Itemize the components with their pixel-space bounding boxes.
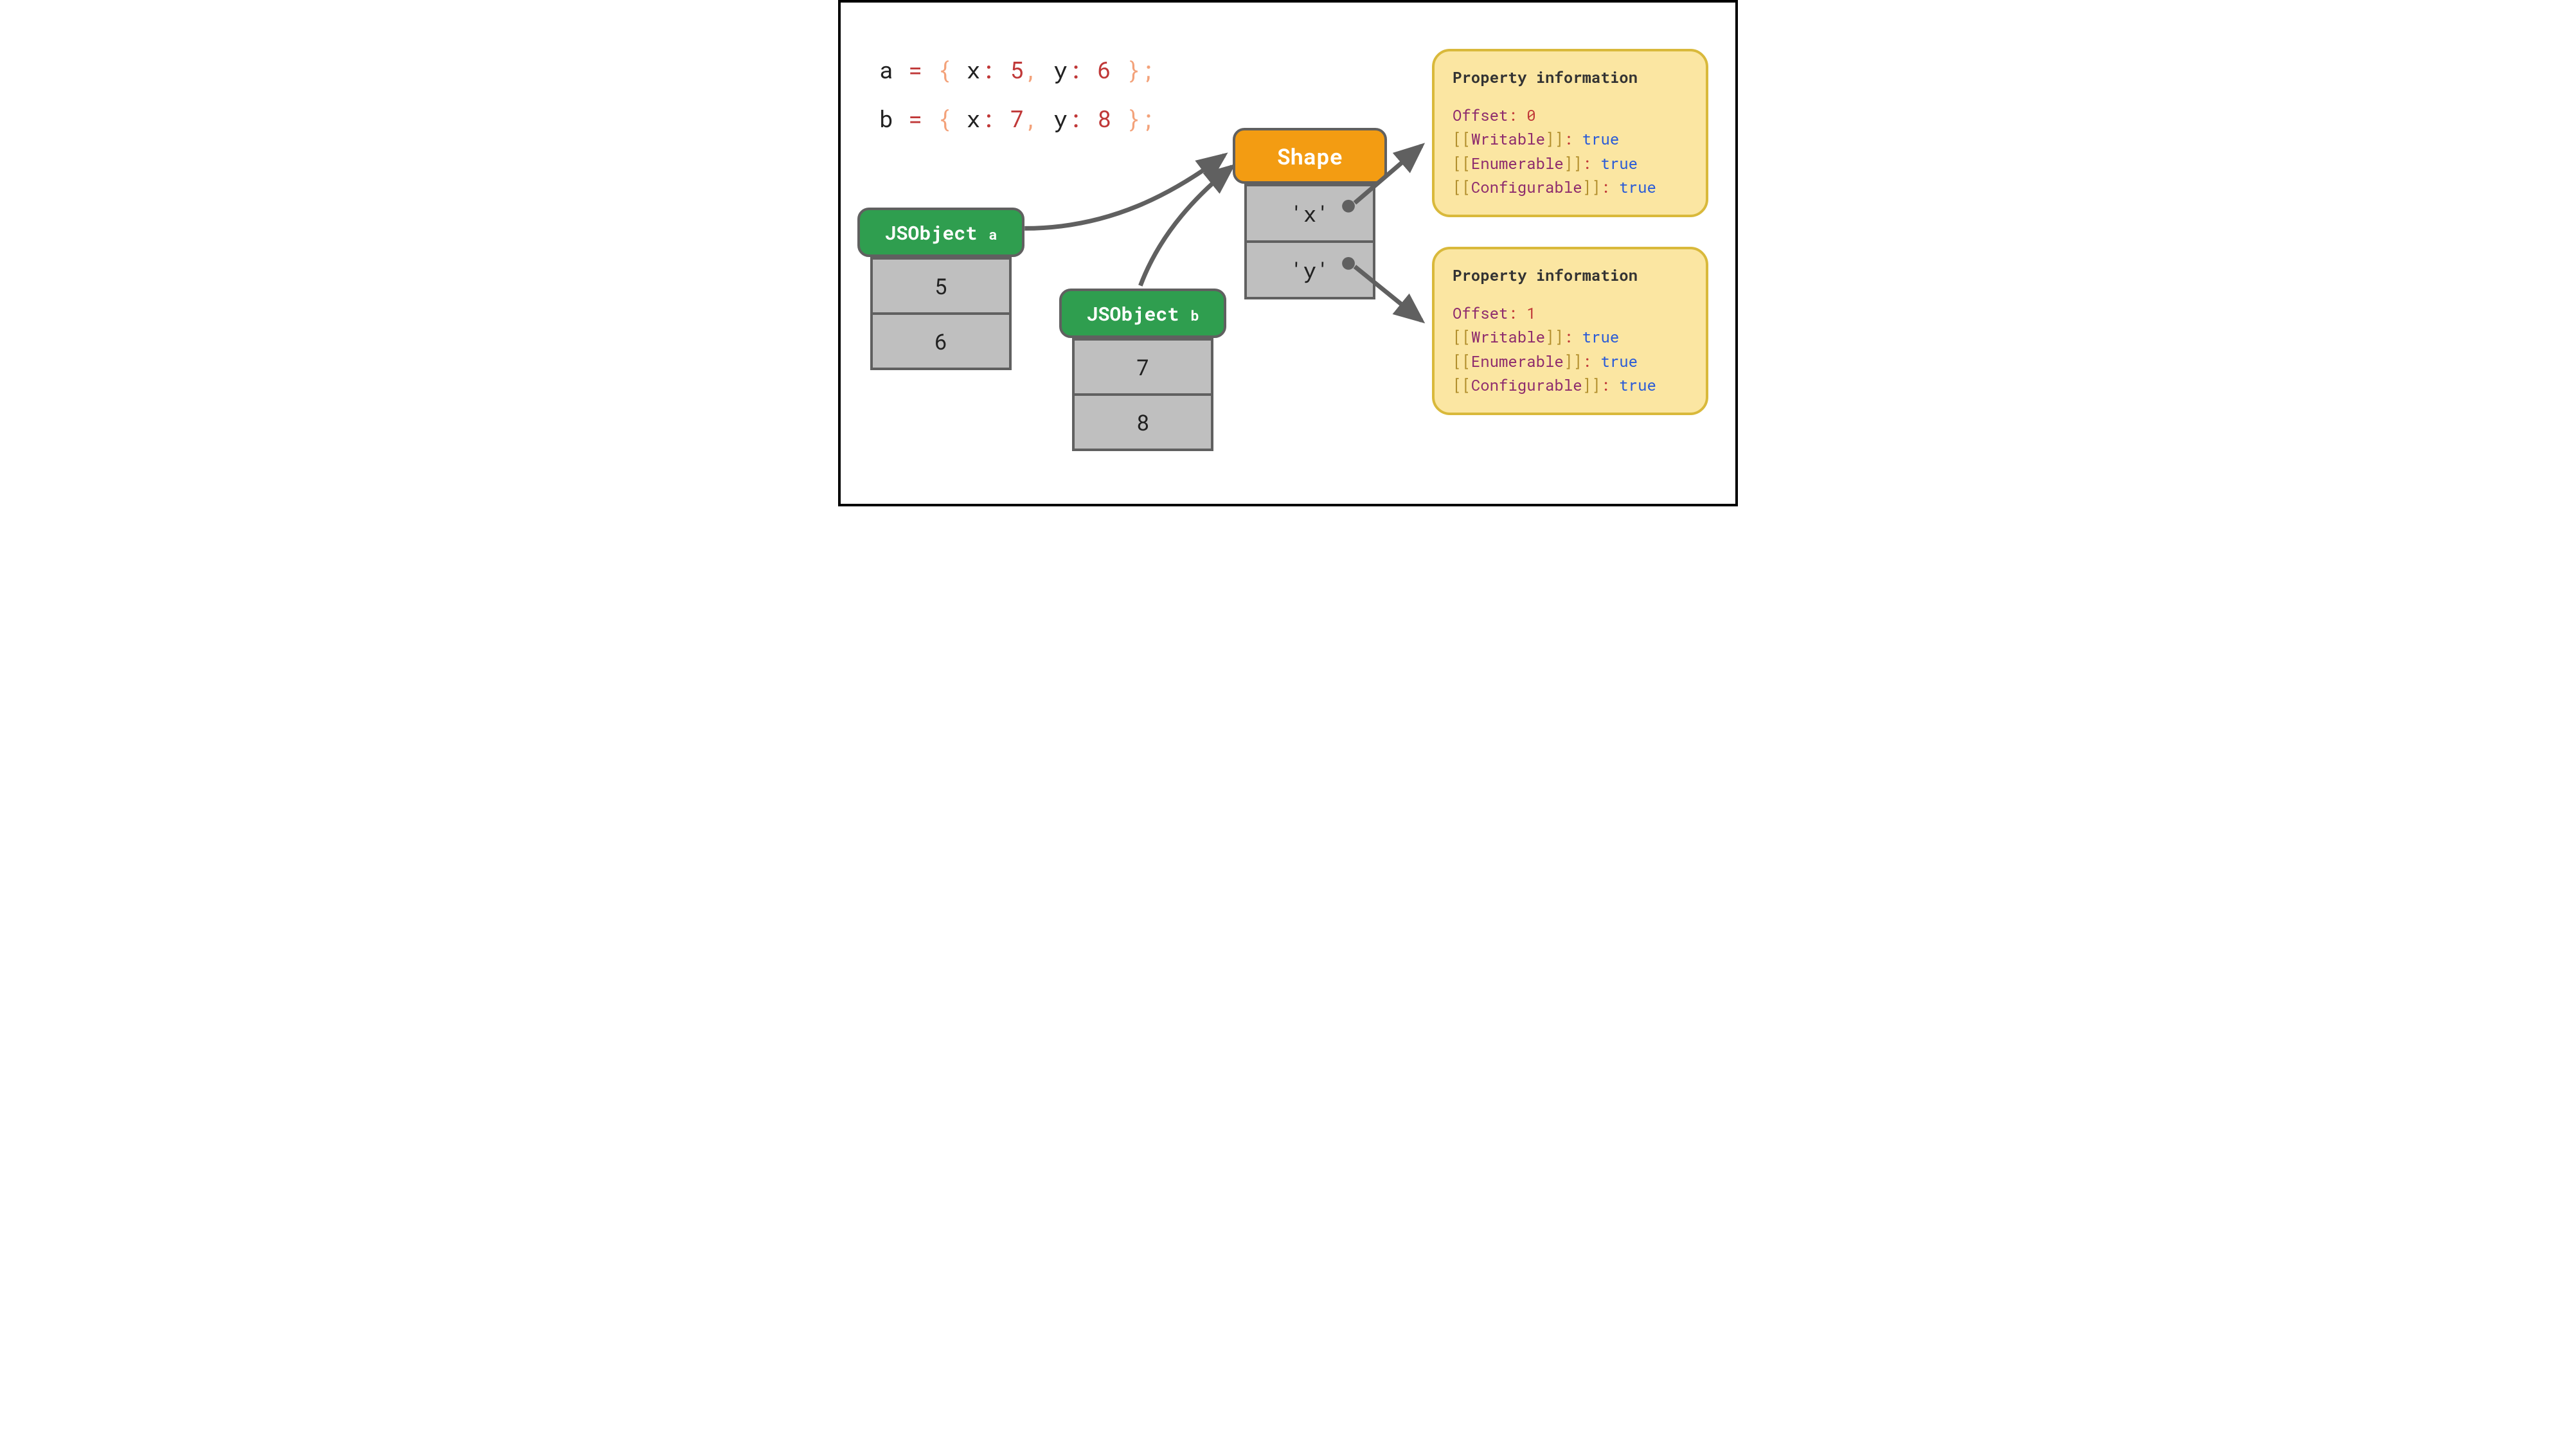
code-var: b bbox=[879, 103, 894, 134]
code-eq: = bbox=[908, 54, 923, 85]
jsobject-b-header: JSObject b bbox=[1059, 289, 1226, 338]
propinfo-x: Property information Offset: 0 [[Writabl… bbox=[1432, 49, 1708, 217]
propinfo-colon: : bbox=[1508, 105, 1517, 125]
bracket-icon: [[ bbox=[1453, 326, 1471, 347]
code-key: x bbox=[967, 103, 981, 134]
code-brace: } bbox=[1126, 54, 1141, 85]
propinfo-colon: : bbox=[1582, 351, 1591, 371]
code-key: x bbox=[967, 54, 981, 85]
code-num: 8 bbox=[1097, 103, 1112, 134]
code-num: 7 bbox=[1010, 103, 1024, 134]
shape-box: Shape 'x' 'y' bbox=[1233, 128, 1387, 299]
code-eq: = bbox=[908, 103, 923, 134]
jsobject-a-cell: 6 bbox=[873, 312, 1009, 368]
code-block: a = { x: 5, y: 6 }; b = { x: 7, y: 8 }; bbox=[879, 54, 1156, 152]
code-brace: { bbox=[937, 103, 952, 134]
shape-cells: 'x' 'y' bbox=[1244, 184, 1375, 299]
propinfo-line: [[Enumerable]]: true bbox=[1453, 350, 1688, 373]
propinfo-y: Property information Offset: 1 [[Writabl… bbox=[1432, 247, 1708, 415]
code-num: 6 bbox=[1097, 54, 1112, 85]
bracket-icon: ]] bbox=[1582, 375, 1601, 395]
code-colon: : bbox=[1068, 54, 1083, 85]
code-line-a: a = { x: 5, y: 6 }; bbox=[879, 54, 1156, 85]
jsobject-b-title: JSObject bbox=[1086, 301, 1190, 326]
propinfo-key: Enumerable bbox=[1471, 153, 1564, 174]
propinfo-val: 1 bbox=[1526, 303, 1535, 323]
code-brace: } bbox=[1126, 103, 1141, 134]
shape-cell-y: 'y' bbox=[1247, 240, 1373, 297]
propinfo-line: [[Configurable]]: true bbox=[1453, 175, 1688, 199]
propinfo-line: [[Writable]]: true bbox=[1453, 325, 1688, 349]
propinfo-line: [[Configurable]]: true bbox=[1453, 373, 1688, 397]
jsobject-b-cell: 8 bbox=[1075, 393, 1211, 449]
propinfo-line: [[Enumerable]]: true bbox=[1453, 152, 1688, 175]
propinfo-colon: : bbox=[1600, 375, 1609, 395]
propinfo-colon: : bbox=[1564, 326, 1573, 347]
propinfo-line: Offset: 0 bbox=[1453, 103, 1688, 127]
code-semi: ; bbox=[1141, 103, 1156, 134]
propinfo-val: true bbox=[1619, 375, 1656, 395]
bracket-icon: [[ bbox=[1453, 351, 1471, 371]
code-key: y bbox=[1053, 103, 1068, 134]
code-comma: , bbox=[1024, 103, 1039, 134]
code-key: y bbox=[1053, 54, 1068, 85]
propinfo-colon: : bbox=[1582, 153, 1591, 174]
code-colon: : bbox=[1068, 103, 1083, 134]
jsobject-a-cells: 5 6 bbox=[870, 257, 1012, 370]
propinfo-colon: : bbox=[1508, 303, 1517, 323]
jsobject-b-sub: b bbox=[1190, 306, 1199, 325]
shape-header: Shape bbox=[1233, 128, 1387, 184]
bracket-icon: ]] bbox=[1582, 177, 1601, 197]
code-line-b: b = { x: 7, y: 8 }; bbox=[879, 103, 1156, 134]
propinfo-key: Enumerable bbox=[1471, 351, 1564, 371]
jsobject-b-cell: 7 bbox=[1075, 338, 1211, 393]
jsobject-b: JSObject b 7 8 bbox=[1059, 289, 1226, 451]
propinfo-val: true bbox=[1600, 153, 1638, 174]
code-brace: { bbox=[937, 54, 952, 85]
shape-cell-x: 'x' bbox=[1247, 184, 1373, 240]
code-num: 5 bbox=[1010, 54, 1024, 85]
propinfo-line: Offset: 1 bbox=[1453, 301, 1688, 325]
bracket-icon: ]] bbox=[1545, 129, 1564, 149]
jsobject-a: JSObject a 5 6 bbox=[857, 208, 1024, 370]
jsobject-a-header: JSObject a bbox=[857, 208, 1024, 257]
jsobject-a-cell: 5 bbox=[873, 257, 1009, 312]
propinfo-key: Configurable bbox=[1471, 177, 1582, 197]
propinfo-val: true bbox=[1619, 177, 1656, 197]
code-semi: ; bbox=[1141, 54, 1156, 85]
propinfo-colon: : bbox=[1600, 177, 1609, 197]
propinfo-val: true bbox=[1582, 129, 1620, 149]
jsobject-a-sub: a bbox=[988, 225, 997, 244]
code-colon: : bbox=[981, 54, 996, 85]
propinfo-key: Offset bbox=[1453, 303, 1508, 323]
propinfo-line: [[Writable]]: true bbox=[1453, 127, 1688, 151]
code-var: a bbox=[879, 54, 894, 85]
bracket-icon: [[ bbox=[1453, 375, 1471, 395]
propinfo-val: 0 bbox=[1526, 105, 1535, 125]
propinfo-title: Property information bbox=[1453, 263, 1688, 287]
jsobject-b-cells: 7 8 bbox=[1072, 338, 1213, 451]
arrow-b-to-shape bbox=[1140, 166, 1232, 285]
propinfo-key: Offset bbox=[1453, 105, 1508, 125]
propinfo-colon: : bbox=[1564, 129, 1573, 149]
bracket-icon: [[ bbox=[1453, 153, 1471, 174]
propinfo-val: true bbox=[1600, 351, 1638, 371]
jsobject-a-title: JSObject bbox=[884, 220, 988, 245]
bracket-icon: ]] bbox=[1545, 326, 1564, 347]
propinfo-key: Writable bbox=[1471, 129, 1545, 149]
arrow-a-to-shape bbox=[1024, 156, 1224, 229]
bracket-icon: ]] bbox=[1564, 153, 1582, 174]
diagram-frame: a = { x: 5, y: 6 }; b = { x: 7, y: 8 }; … bbox=[838, 0, 1738, 506]
propinfo-key: Configurable bbox=[1471, 375, 1582, 395]
propinfo-title: Property information bbox=[1453, 66, 1688, 89]
propinfo-key: Writable bbox=[1471, 326, 1545, 347]
code-colon: : bbox=[981, 103, 996, 134]
bracket-icon: ]] bbox=[1564, 351, 1582, 371]
propinfo-val: true bbox=[1582, 326, 1620, 347]
bracket-icon: [[ bbox=[1453, 129, 1471, 149]
bracket-icon: [[ bbox=[1453, 177, 1471, 197]
code-comma: , bbox=[1024, 54, 1039, 85]
